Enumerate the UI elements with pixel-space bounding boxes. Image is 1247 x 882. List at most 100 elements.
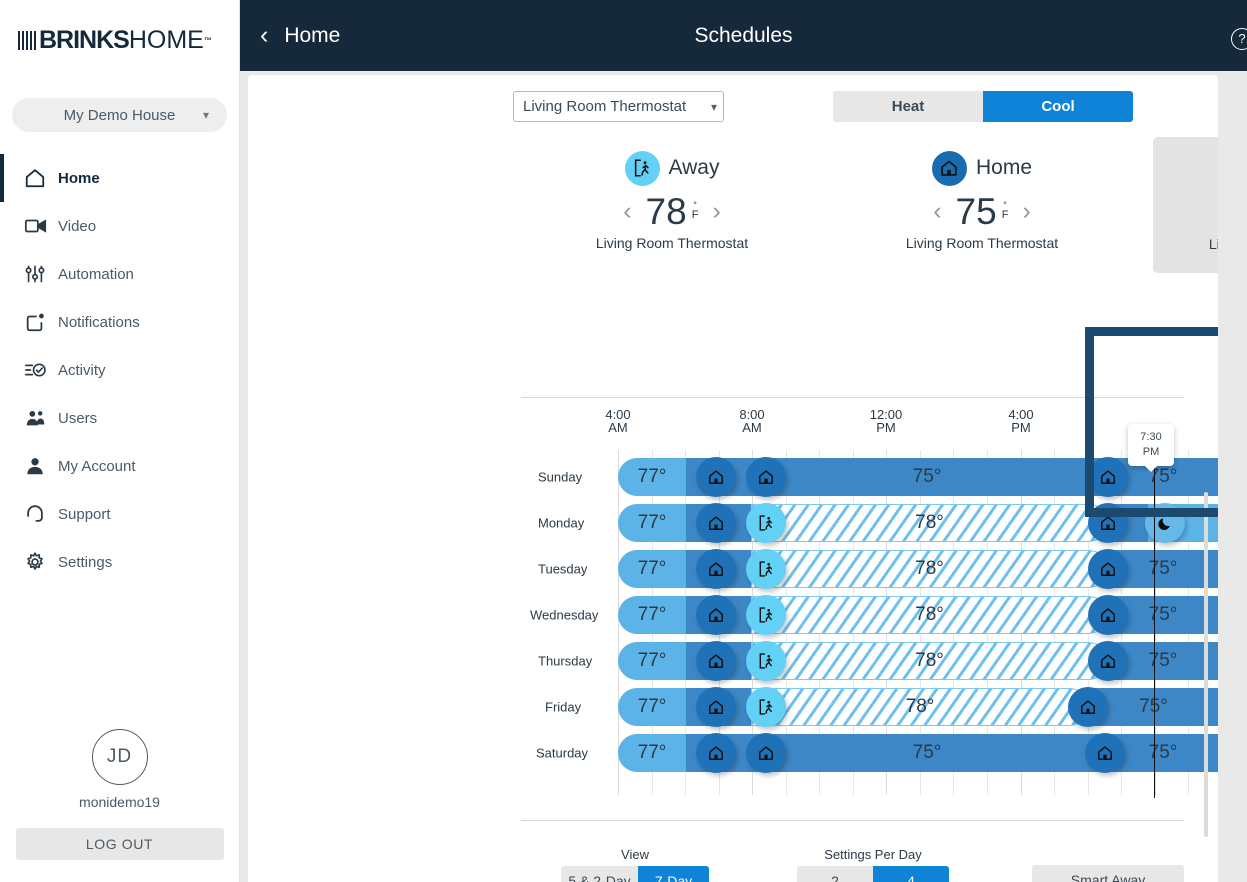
temp-decrease-button[interactable]: ‹: [933, 198, 941, 224]
sidebar-item-home[interactable]: Home: [0, 154, 239, 202]
avatar-initials: JD: [106, 746, 133, 767]
handle-house-icon[interactable]: [696, 733, 736, 773]
tab-cool[interactable]: Cool: [983, 91, 1133, 122]
time-tick: 4:00 AM: [605, 408, 630, 434]
day-label: Friday: [545, 699, 582, 715]
time-tick-ampm: AM: [742, 420, 762, 435]
sidebar-item-label: Automation: [58, 265, 134, 283]
divider-bottom: [521, 820, 1184, 821]
sidebar-item-users[interactable]: Users: [0, 394, 239, 442]
handle-house-icon[interactable]: [1068, 687, 1108, 727]
segment-temperature[interactable]: 78°: [751, 504, 1108, 542]
sidebar-item-automation[interactable]: Automation: [0, 250, 239, 298]
app-root: BRINKS HOME ™ My Demo House ▾ Home Video…: [0, 0, 1247, 882]
segment-temperature[interactable]: 77°: [618, 550, 686, 588]
view-toggle: 5 & 2-Day 7-Day: [561, 866, 709, 882]
segment-temperature[interactable]: 77°: [618, 734, 686, 772]
settings-option-2[interactable]: 2: [797, 866, 873, 882]
sidebar-item-settings[interactable]: Settings: [0, 538, 239, 586]
unit-letter: F: [691, 208, 699, 221]
segment-temperature[interactable]: 75°: [746, 458, 1108, 496]
handle-moon-icon[interactable]: [1145, 503, 1185, 543]
handle-running-person-icon[interactable]: [746, 687, 786, 727]
preset-card-sleep[interactable]: Sleep ‹ 77 ° F › Living Room Thermostat: [1153, 137, 1218, 273]
avatar[interactable]: JD: [91, 729, 148, 785]
segment-temperature[interactable]: 77°: [618, 458, 686, 496]
settings-per-day-toggle: 2 4: [797, 866, 949, 882]
segment-temperature[interactable]: 77°: [618, 596, 686, 634]
handle-running-person-icon[interactable]: [746, 549, 786, 589]
sidebar-item-activity[interactable]: Activity: [0, 346, 239, 394]
handle-house-icon[interactable]: [1088, 595, 1128, 635]
sidebar-item-my-account[interactable]: My Account: [0, 442, 239, 490]
day-label: Monday: [538, 515, 585, 531]
handle-house-icon[interactable]: [696, 641, 736, 681]
main-area: ‹ Home Schedules ? Living Room Thermosta…: [240, 0, 1247, 882]
segment-temperature[interactable]: 75°: [746, 734, 1108, 772]
segment-temperature[interactable]: 78°: [751, 550, 1108, 588]
preset-cards: Away ‹ 78 ° F › Living Room Thermostat H…: [248, 137, 1218, 287]
back-chevron-icon[interactable]: ‹: [260, 23, 268, 48]
house-selector-label: My Demo House: [63, 106, 176, 124]
person-icon: [24, 455, 58, 477]
breadcrumb-home[interactable]: Home: [284, 24, 340, 48]
settings-per-day-label: Settings Per Day: [824, 847, 922, 862]
handle-house-icon[interactable]: [696, 687, 736, 727]
handle-house-icon[interactable]: [746, 457, 786, 497]
handle-house-icon[interactable]: [1088, 641, 1128, 681]
segment-temperature[interactable]: 78°: [751, 642, 1108, 680]
time-tick-ampm: AM: [608, 420, 628, 435]
brand-logo: BRINKS HOME ™: [0, 0, 239, 82]
handle-house-icon[interactable]: [696, 503, 736, 543]
settings-option-4[interactable]: 4: [873, 866, 949, 882]
handle-house-icon[interactable]: [1088, 457, 1128, 497]
view-option-5-2-day[interactable]: 5 & 2-Day: [561, 866, 638, 882]
tab-heat[interactable]: Heat: [833, 91, 983, 122]
sidebar-item-label: Notifications: [58, 313, 140, 331]
preset-card-home[interactable]: Home ‹ 75 ° F › Living Room Thermostat: [837, 137, 1127, 273]
segment-temperature[interactable]: 77°: [618, 688, 686, 726]
sidebar-item-notifications[interactable]: Notifications: [0, 298, 239, 346]
sidebar-item-support[interactable]: Support: [0, 490, 239, 538]
sidebar-item-video[interactable]: Video: [0, 202, 239, 250]
day-label: Wednesday: [530, 607, 599, 623]
vertical-scrollbar[interactable]: [1204, 492, 1208, 837]
handle-house-icon[interactable]: [1085, 733, 1125, 773]
sidebar-item-label: Home: [58, 169, 100, 187]
time-tooltip: 7:30 PM: [1128, 424, 1174, 466]
thermostat-select-value: Living Room Thermostat: [523, 98, 687, 115]
segment-temperature[interactable]: 77°: [618, 504, 686, 542]
handle-house-icon[interactable]: [1088, 503, 1128, 543]
segment-temperature[interactable]: 78°: [751, 596, 1108, 634]
handle-house-icon[interactable]: [696, 595, 736, 635]
thermostat-select[interactable]: Living Room Thermostat ▾: [513, 91, 724, 122]
logout-button[interactable]: LOG OUT: [15, 828, 224, 860]
home-icon: [24, 167, 58, 189]
handle-house-icon[interactable]: [696, 457, 736, 497]
smart-away-button[interactable]: Smart Away: [1032, 865, 1184, 882]
temp-increase-button[interactable]: ›: [712, 198, 720, 224]
view-option-7-day[interactable]: 7-Day: [638, 866, 709, 882]
temp-increase-button[interactable]: ›: [1022, 198, 1030, 224]
temp-decrease-button[interactable]: ‹: [623, 198, 631, 224]
handle-house-icon[interactable]: [696, 549, 736, 589]
settings-per-day-group: Settings Per Day 2 4: [797, 847, 949, 882]
handle-running-person-icon[interactable]: [746, 595, 786, 635]
segment-temperature[interactable]: 78°: [751, 688, 1089, 726]
help-icon[interactable]: ?: [1231, 28, 1247, 50]
time-tick: 4:00 PM: [1008, 408, 1033, 434]
preset-card-away[interactable]: Away ‹ 78 ° F › Living Room Thermostat: [527, 137, 817, 273]
handle-running-person-icon[interactable]: [746, 641, 786, 681]
handle-house-icon[interactable]: [1088, 549, 1128, 589]
tooltip-ampm: PM: [1142, 445, 1160, 458]
handle-house-icon[interactable]: [746, 733, 786, 773]
segment-temperature[interactable]: 77°: [618, 642, 686, 680]
tooltip-time: 7:30: [1140, 431, 1162, 443]
handle-running-person-icon[interactable]: [746, 503, 786, 543]
time-tick: 12:00 PM: [870, 408, 903, 434]
preset-temperature: 78: [645, 190, 687, 232]
preset-name: Away: [668, 156, 720, 179]
sidebar-item-label: Settings: [58, 553, 113, 571]
sidebar-item-label: My Account: [58, 457, 136, 475]
house-selector[interactable]: My Demo House ▾: [12, 98, 227, 132]
